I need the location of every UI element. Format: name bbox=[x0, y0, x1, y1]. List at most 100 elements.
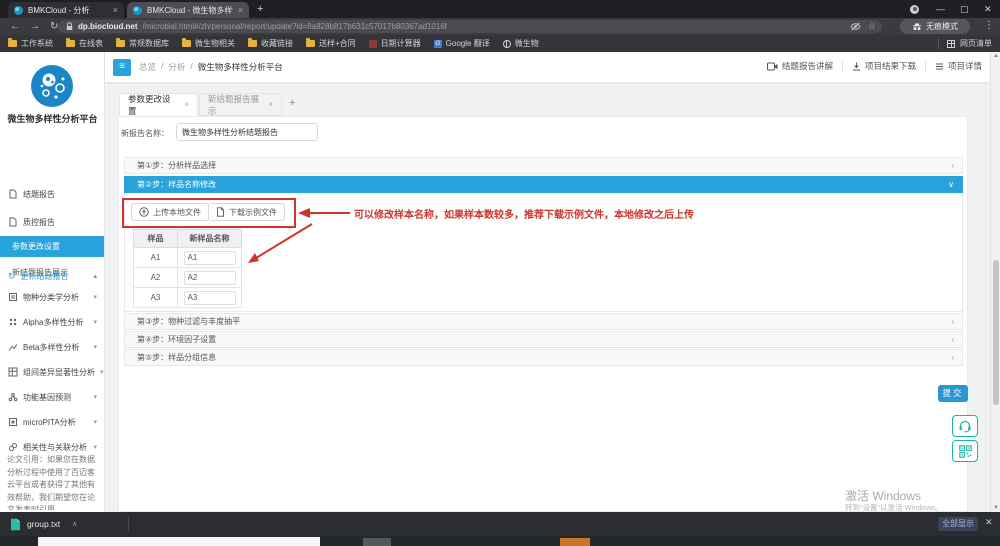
step-1-sample-selection[interactable]: 第①步：分析样品选择 › bbox=[124, 157, 963, 174]
bookmark-item[interactable]: 微生物 bbox=[503, 38, 539, 49]
step-5-group-info[interactable]: 第⑤步：样品分组信息 › bbox=[124, 349, 963, 366]
sidebar-subitem-new-report-display[interactable]: 新结题报告展示 bbox=[0, 263, 105, 281]
taskbar-app-icon[interactable] bbox=[363, 538, 391, 546]
table-icon bbox=[8, 367, 18, 377]
bookmark-item[interactable]: 常规数据库 bbox=[116, 38, 169, 49]
back-icon[interactable]: ← bbox=[10, 22, 20, 32]
reading-list-button[interactable]: 网页清单 bbox=[938, 38, 992, 49]
workspace-tab-new-report-display[interactable]: 新结题报告展示 × bbox=[199, 93, 282, 116]
eye-off-icon[interactable] bbox=[850, 22, 861, 31]
maximize-button[interactable]: ▢ bbox=[960, 0, 969, 18]
close-button[interactable]: ✕ bbox=[984, 0, 992, 18]
report-name-input[interactable] bbox=[176, 123, 318, 141]
button-label: 下载示例文件 bbox=[229, 207, 277, 218]
upload-local-file-button[interactable]: 上传本地文件 bbox=[131, 203, 209, 221]
bookmark-item[interactable]: 送样+合同 bbox=[306, 38, 356, 49]
browser-menu-icon[interactable]: ⋮ bbox=[984, 20, 994, 31]
chevron-down-icon: ∨ bbox=[948, 180, 954, 189]
forward-icon[interactable]: → bbox=[30, 22, 40, 32]
workspace-tab-label: 参数更改设置 bbox=[128, 93, 178, 117]
citation-note: 论文引用：如果您在数据分析过程中使用了百迈客云平台或者获得了其他有效帮助，我们期… bbox=[7, 454, 100, 510]
page-scrollbar[interactable]: ▲ ▼ bbox=[990, 52, 1000, 512]
scroll-down-icon[interactable]: ▼ bbox=[991, 505, 1000, 511]
project-download-button[interactable]: 项目结果下载 bbox=[852, 60, 916, 72]
list-icon bbox=[8, 292, 18, 302]
tab-close-icon[interactable]: × bbox=[268, 100, 273, 109]
step-3-species-filter[interactable]: 第③步：物种过滤与丰度抽平 › bbox=[124, 313, 963, 330]
action-label: 项目结果下载 bbox=[865, 60, 916, 72]
download-example-file-button[interactable]: 下载示例文件 bbox=[208, 203, 285, 221]
minimize-button[interactable]: — bbox=[936, 0, 945, 18]
bookmark-item[interactable]: 工作系统 bbox=[8, 38, 53, 49]
scroll-up-icon[interactable]: ▲ bbox=[991, 53, 1000, 59]
breadcrumb-overview[interactable]: 总览 bbox=[139, 61, 156, 73]
breadcrumb-analysis[interactable]: 分析 bbox=[168, 61, 185, 73]
new-browser-tab-button[interactable]: + bbox=[257, 3, 263, 15]
bookmark-item[interactable]: GGoogle 翻译 bbox=[434, 38, 490, 49]
tab-close-icon[interactable]: × bbox=[238, 6, 243, 15]
bookmark-label: 工作系统 bbox=[21, 38, 53, 49]
address-bar[interactable]: dp.biocloud.net /microbial.html#/zh/pers… bbox=[58, 20, 882, 33]
chevron-down-icon: ▾ bbox=[93, 293, 97, 301]
report-explain-button[interactable]: 结题报告讲解 bbox=[767, 60, 833, 72]
app-topbar: ≡ 总览 / 分析 / 微生物多样性分析平台 结题报告讲解 项目结果下载 项目详… bbox=[105, 52, 1000, 82]
qr-code-button[interactable] bbox=[952, 440, 978, 462]
new-name-input[interactable] bbox=[184, 251, 236, 265]
sidebar-item-report[interactable]: 结题报告 bbox=[0, 185, 105, 203]
download-file-name: group.txt bbox=[27, 519, 60, 529]
sidebar-item-beta-diversity[interactable]: Beta多样性分析 ▾ bbox=[0, 338, 105, 356]
close-download-bar-icon[interactable]: ✕ bbox=[985, 517, 993, 528]
bookmark-item[interactable]: 在线表 bbox=[66, 38, 103, 49]
scatter-icon bbox=[8, 317, 18, 327]
sidebar-item-gene-prediction[interactable]: 功能基因预测 ▾ bbox=[0, 388, 105, 406]
bookmark-item[interactable]: 微生物相关 bbox=[182, 38, 235, 49]
project-details-button[interactable]: 项目详情 bbox=[935, 60, 982, 72]
google-translate-icon: G bbox=[434, 40, 442, 48]
taskbar-search-box[interactable] bbox=[38, 537, 320, 546]
browser-tab-1[interactable]: BMKCloud - 分析 × bbox=[8, 2, 124, 18]
new-name-input[interactable] bbox=[184, 291, 236, 305]
sidebar-subitem-label: 参数更改设置 bbox=[12, 241, 60, 252]
bookmark-item[interactable]: 日期计算器 bbox=[369, 38, 421, 49]
taskbar-app-icon-orange[interactable] bbox=[560, 538, 590, 546]
menu-toggle-button[interactable]: ≡ bbox=[113, 59, 131, 76]
bookmark-item[interactable]: 收藏链接 bbox=[248, 38, 293, 49]
scrollbar-thumb[interactable] bbox=[993, 260, 999, 405]
document-icon bbox=[8, 189, 18, 199]
sidebar-item-alpha-diversity[interactable]: Alpha多样性分析 ▾ bbox=[0, 313, 105, 331]
sidebar-item-taxonomy[interactable]: 物种分类学分析 ▾ bbox=[0, 288, 105, 306]
sidebar-item-micropita[interactable]: microPITA分析 ▾ bbox=[0, 413, 105, 431]
sidebar-item-label: 质控报告 bbox=[23, 217, 55, 228]
url-path: /microbial.html#/zh/personal/report/upda… bbox=[143, 22, 447, 31]
download-item-group-txt[interactable]: group.txt ∧ bbox=[10, 515, 77, 533]
table-row: A2 bbox=[134, 268, 242, 288]
folder-icon bbox=[306, 40, 315, 47]
screen: BMKCloud - 分析 × BMKCloud - 微生物多样性分析 × + … bbox=[0, 0, 1000, 546]
breadcrumb-separator: / bbox=[190, 61, 192, 73]
tab-close-icon[interactable]: × bbox=[113, 6, 118, 15]
button-label: 上传本地文件 bbox=[153, 207, 201, 218]
chevron-down-icon: ▾ bbox=[93, 393, 97, 401]
profile-icon[interactable] bbox=[910, 0, 919, 18]
workspace-tab-parameter-settings[interactable]: 参数更改设置 × bbox=[119, 93, 198, 116]
browser-tab-2-active[interactable]: BMKCloud - 微生物多样性分析 × bbox=[127, 2, 249, 18]
sidebar-item-qc-report[interactable]: 质控报告 bbox=[0, 213, 105, 231]
sidebar-subitem-parameter-settings-selected[interactable]: 参数更改设置 bbox=[0, 236, 105, 257]
sidebar-item-group-difference[interactable]: 组间差异显著性分析 ▾ bbox=[0, 363, 105, 381]
download-bar: group.txt ∧ 全部显示 ✕ bbox=[0, 512, 1000, 536]
submit-button[interactable]: 提交 bbox=[938, 385, 968, 402]
chevron-down-icon: ▾ bbox=[93, 318, 97, 326]
bookmark-star-icon[interactable]: ☆ bbox=[868, 21, 876, 32]
customer-service-button[interactable] bbox=[952, 415, 978, 437]
new-name-input[interactable] bbox=[184, 271, 236, 285]
tab-close-icon[interactable]: × bbox=[184, 100, 189, 109]
chevron-up-icon[interactable]: ∧ bbox=[72, 520, 77, 528]
grid-icon bbox=[947, 40, 955, 48]
sample-cell: A3 bbox=[134, 288, 178, 308]
step-2-sample-rename[interactable]: 第②步：样品名称修改 ∨ bbox=[124, 176, 963, 193]
bookmark-label: 微生物 bbox=[515, 38, 539, 49]
show-all-downloads-button[interactable]: 全部显示 bbox=[938, 517, 978, 531]
add-workspace-tab-button[interactable]: + bbox=[289, 97, 295, 109]
step-4-env-factor[interactable]: 第④步：环境因子设置 › bbox=[124, 331, 963, 348]
chevron-right-icon: › bbox=[951, 335, 954, 344]
